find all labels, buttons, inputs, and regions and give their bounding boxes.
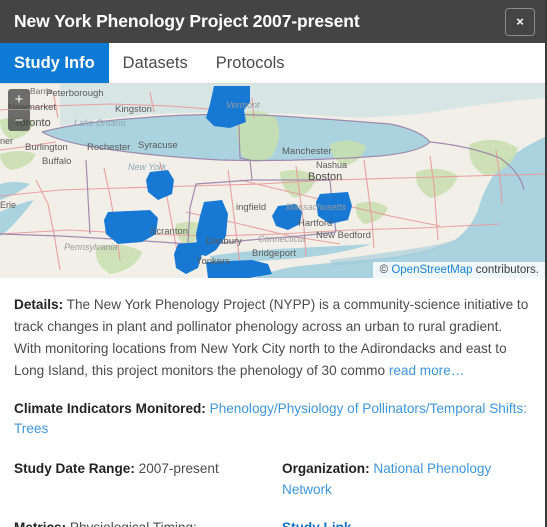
svg-text:Buffalo: Buffalo [42, 156, 71, 167]
study-date-range-label: Study Date Range: [14, 460, 135, 476]
svg-text:Danbury: Danbury [206, 236, 242, 247]
svg-text:Lake Ontario: Lake Ontario [74, 118, 126, 128]
study-link-field: Study Link [282, 517, 531, 527]
zoom-out-icon[interactable]: − [8, 110, 30, 131]
openstreetmap-link[interactable]: OpenStreetMap [391, 264, 472, 276]
svg-text:Burlington: Burlington [25, 142, 68, 153]
tab-bar: Study Info Datasets Protocols [0, 43, 545, 84]
study-link[interactable]: Study Link [282, 520, 351, 527]
svg-text:Connecticut: Connecticut [258, 234, 306, 244]
climate-indicators-row: Climate Indicators Monitored: Phenology/… [14, 399, 531, 440]
svg-text:New Bedford: New Bedford [316, 230, 371, 241]
details-label: Details: [14, 297, 64, 312]
page-title: New York Phenology Project 2007-present [14, 11, 360, 31]
zoom-in-icon[interactable]: + [8, 89, 30, 110]
svg-text:Hartford: Hartford [298, 218, 332, 229]
attribution-copyright: © [379, 264, 392, 276]
svg-text:Scranton: Scranton [150, 226, 188, 237]
svg-text:Manchester: Manchester [282, 146, 332, 157]
map-canvas: Barrie Peterborough Newmarket Kingston T… [0, 84, 545, 278]
study-info-panel: New York Phenology Project 2007-present … [0, 0, 547, 527]
svg-text:New York: New York [128, 162, 167, 172]
tab-study-info[interactable]: Study Info [0, 43, 109, 83]
map-zoom-controls: + − [8, 89, 30, 131]
svg-text:Boston: Boston [308, 171, 342, 183]
svg-text:ingfield: ingfield [236, 202, 266, 213]
map-attribution: © OpenStreetMap contributors. [372, 262, 545, 278]
attribution-suffix: contributors. [472, 264, 539, 276]
svg-text:Pennsylvania: Pennsylvania [64, 242, 118, 252]
svg-text:ner: ner [0, 136, 13, 146]
svg-text:Peterborough: Peterborough [46, 88, 104, 99]
close-icon[interactable]: × [505, 7, 535, 36]
study-metadata-grid: Study Date Range: 2007-present Organizat… [14, 458, 531, 527]
study-info-content: Details: The New York Phenology Project … [0, 278, 545, 527]
svg-text:Vermont: Vermont [226, 100, 260, 110]
metrics-field: Metrics: Physiological Timing: Pollinato… [14, 517, 282, 527]
svg-text:Nashua: Nashua [316, 160, 347, 170]
study-date-range-field: Study Date Range: 2007-present [14, 458, 282, 500]
svg-text:Massachusetts: Massachusetts [286, 202, 347, 212]
organization-label: Organization: [282, 460, 370, 476]
metrics-label: Metrics: [14, 520, 66, 527]
svg-text:Kingston: Kingston [115, 104, 152, 115]
study-date-range-value: 2007-present [134, 460, 219, 476]
svg-text:Rochester: Rochester [87, 142, 130, 153]
svg-text:Erie: Erie [0, 200, 16, 210]
organization-field: Organization: National Phenology Network [282, 458, 531, 500]
tab-datasets[interactable]: Datasets [109, 43, 202, 83]
window-titlebar: New York Phenology Project 2007-present … [0, 0, 545, 43]
svg-text:Syracuse: Syracuse [138, 140, 178, 151]
tab-protocols[interactable]: Protocols [202, 43, 299, 83]
study-location-map[interactable]: Barrie Peterborough Newmarket Kingston T… [0, 84, 545, 278]
read-more-link[interactable]: read more… [389, 363, 465, 378]
svg-text:Yonkers: Yonkers [196, 256, 230, 267]
details-paragraph: Details: The New York Phenology Project … [14, 294, 531, 382]
svg-text:Bridgeport: Bridgeport [252, 248, 296, 259]
climate-indicators-label: Climate Indicators Monitored: [14, 401, 206, 417]
